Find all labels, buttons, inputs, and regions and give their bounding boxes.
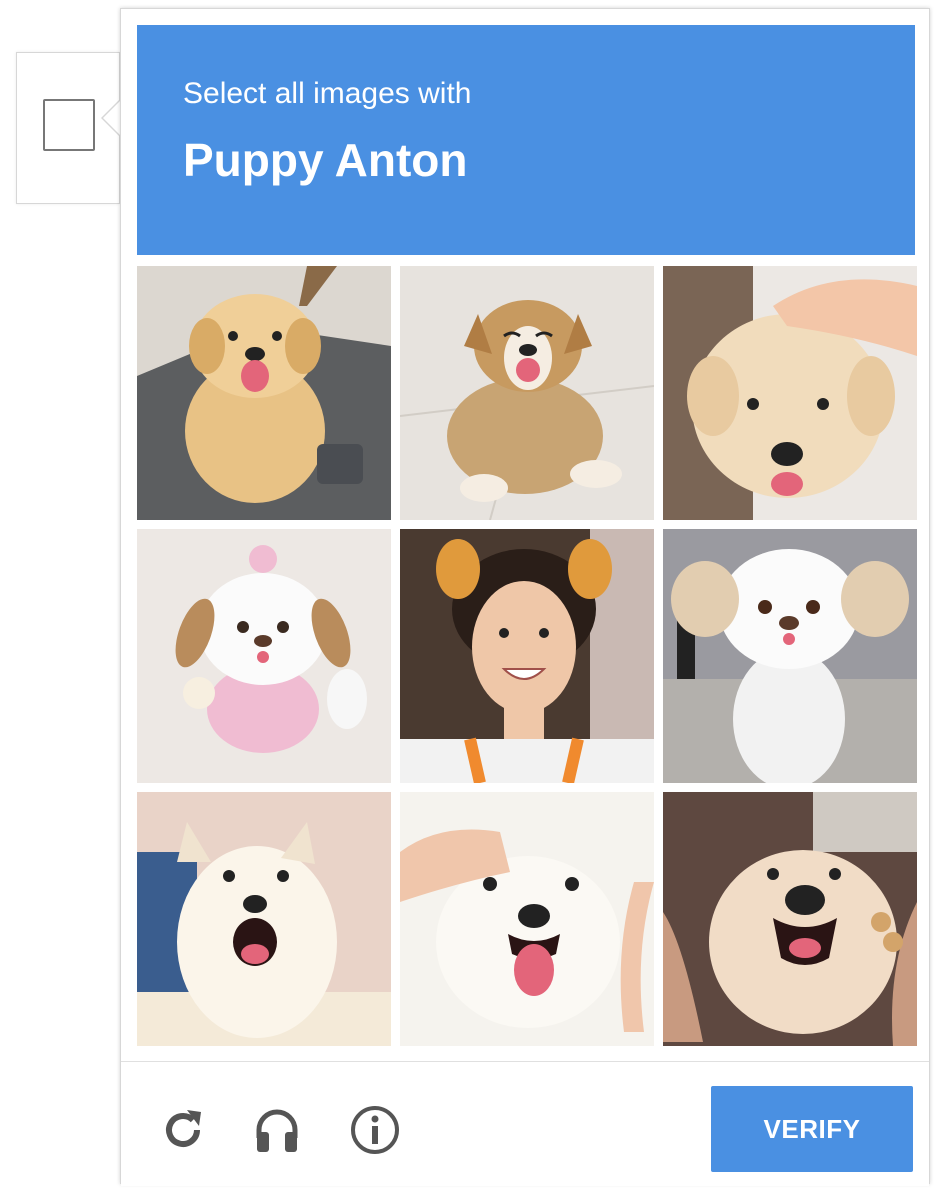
image-tile-2[interactable] [400, 266, 654, 520]
image-tile-3[interactable] [663, 266, 917, 520]
recaptcha-checkbox[interactable] [43, 99, 95, 151]
image-tile-8[interactable] [400, 792, 654, 1046]
challenge-target: Puppy Anton [183, 134, 468, 186]
info-icon[interactable] [349, 1104, 401, 1156]
challenge-footer: VERIFY [121, 1061, 929, 1186]
image-tile-7[interactable] [137, 792, 391, 1046]
challenge-panel: Select all images with Puppy Anton VERIF… [120, 8, 930, 1186]
image-grid [137, 266, 917, 1046]
image-tile-1[interactable] [137, 266, 391, 520]
image-tile-4[interactable] [137, 529, 391, 783]
verify-button[interactable]: VERIFY [711, 1086, 913, 1172]
challenge-header: Select all images with Puppy Anton [137, 25, 915, 255]
panel-pointer-arrow-fill [103, 101, 120, 135]
image-tile-5[interactable] [400, 529, 654, 783]
headphones-icon[interactable] [251, 1104, 303, 1156]
reload-icon[interactable] [157, 1104, 209, 1156]
challenge-instruction: Select all images with [183, 77, 472, 110]
image-tile-6[interactable] [663, 529, 917, 783]
image-tile-9[interactable] [663, 792, 917, 1046]
